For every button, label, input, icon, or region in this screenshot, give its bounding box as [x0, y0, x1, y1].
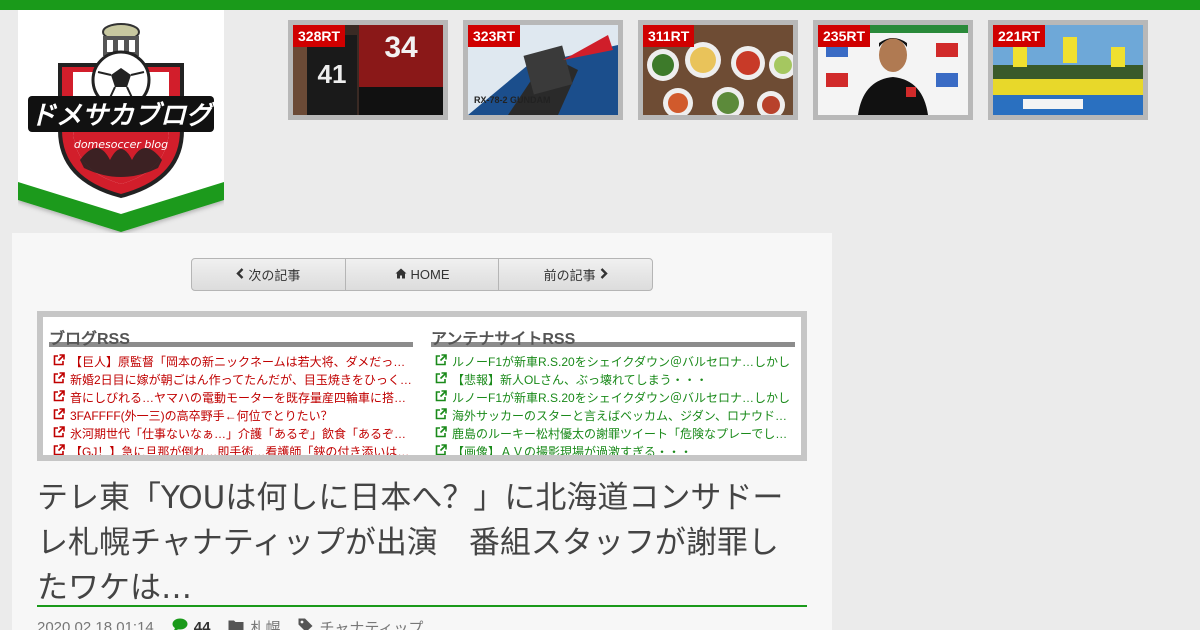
external-link-icon	[435, 425, 447, 443]
blog-rss-item[interactable]: 氷河期世代「仕事ないなぁ…」介護「あるぞ」飲食「あるぞ」運送「あるぞ」	[53, 425, 413, 443]
external-link-icon	[53, 389, 65, 407]
article-title: テレ東「YOUは何しに日本へ？」に北海道コンサドーレ札幌チャナティップが出演 番…	[37, 480, 784, 606]
svg-text:RX-78-2 GUNDAM: RX-78-2 GUNDAM	[474, 95, 551, 105]
svg-text:41: 41	[318, 59, 347, 89]
comment-icon	[172, 618, 188, 630]
rt-count-badge: 235RT	[818, 25, 871, 47]
post-date: 2020.02.18 01:14	[37, 618, 154, 630]
rt-count-badge: 311RT	[643, 25, 695, 47]
antenna-rss-item[interactable]: ルノーF1が新車R.S.20をシェイクダウン＠バルセロナ…しかし	[435, 389, 795, 407]
antenna-rss-item[interactable]: ルノーF1が新車R.S.20をシェイクダウン＠バルセロナ…しかし	[435, 353, 795, 371]
antenna-rss-item[interactable]: 海外サッカーのスターと言えばベッカム、ジダン、ロナウドあたり	[435, 407, 795, 425]
antenna-rss-item[interactable]: 鹿島のルーキー松村優太の謝罪ツイート「危険なプレーでした」	[435, 425, 795, 443]
tag-label: チャナティップ	[319, 619, 424, 630]
external-link-icon	[53, 443, 65, 455]
prev-article-label: 前の記事	[543, 268, 596, 283]
antenna-rss-heading: アンテナサイトRSS	[431, 317, 795, 348]
popular-article-thumb-5[interactable]: 221RT	[988, 20, 1148, 120]
title-divider	[37, 605, 807, 607]
rt-count-badge: 328RT	[293, 25, 346, 47]
article-panel: 次の記事 HOME 前の記事 ブログRSS 【巨人】原監督「岡本の新ニックネーム…	[12, 233, 832, 630]
svg-text:domesoccer blog: domesoccer blog	[74, 138, 168, 151]
article-navigation: 次の記事 HOME 前の記事	[191, 258, 653, 291]
blog-rss-item[interactable]: 3FAFFFF(外一三)の高卒野手←何位でとりたい？	[53, 407, 413, 425]
external-link-icon	[435, 443, 447, 455]
external-link-icon	[435, 371, 447, 389]
prev-article-button[interactable]: 前の記事	[499, 259, 652, 290]
blog-rss-column: ブログRSS 【巨人】原監督「岡本の新ニックネームは若大将、ダメだったら元に戻す…	[49, 317, 413, 455]
external-link-icon	[53, 407, 65, 425]
external-link-icon	[53, 371, 65, 389]
home-icon	[395, 267, 407, 282]
next-article-button[interactable]: 次の記事	[192, 259, 346, 290]
popular-article-thumb-3[interactable]: 311RT	[638, 20, 798, 120]
external-link-icon	[53, 425, 65, 443]
comment-count-link[interactable]: 44	[172, 618, 211, 630]
blog-rss-item[interactable]: 音にしびれる…ヤマハの電動モーターを既存量産四輪車に搭載したら	[53, 389, 413, 407]
rss-feed-box: ブログRSS 【巨人】原監督「岡本の新ニックネームは若大将、ダメだったら元に戻す…	[37, 311, 807, 461]
external-link-icon	[435, 407, 447, 425]
popular-articles-strip: 328RT 41 34 323RT RX-78-2 GUNDAM 311RT 2…	[288, 20, 1168, 120]
antenna-rss-column: アンテナサイトRSS ルノーF1が新車R.S.20をシェイクダウン＠バルセロナ……	[431, 317, 795, 455]
external-link-icon	[435, 389, 447, 407]
logo-banner-graphic: ドメサカブログ domesoccer blog	[18, 10, 224, 232]
home-button[interactable]: HOME	[346, 259, 500, 290]
chevron-right-icon	[600, 267, 608, 282]
article-meta: 2020.02.18 01:14 44 札幌 チャナティップ	[37, 617, 423, 630]
svg-text:34: 34	[384, 31, 418, 64]
antenna-rss-item[interactable]: 【画像】ＡＶの撮影現場が過激すぎる・・・	[435, 443, 795, 455]
popular-article-thumb-4[interactable]: 235RT	[813, 20, 973, 120]
site-logo[interactable]: ドメサカブログ domesoccer blog	[18, 10, 224, 234]
svg-text:ドメサカブログ: ドメサカブログ	[30, 101, 217, 131]
external-link-icon	[435, 353, 447, 371]
blog-rss-item[interactable]: 新婚2日目に嫁が朝ごはん作ってたんだが、目玉焼きをひっくり返すタイプ	[53, 371, 413, 389]
chevron-left-icon	[236, 267, 244, 282]
folder-icon	[228, 619, 244, 630]
tag-link[interactable]: チャナティップ	[298, 617, 423, 630]
blog-rss-item[interactable]: 【巨人】原監督「岡本の新ニックネームは若大将、ダメだったら元に戻す」	[53, 353, 413, 371]
popular-article-thumb-2[interactable]: 323RT RX-78-2 GUNDAM	[463, 20, 623, 120]
tag-icon	[298, 618, 313, 630]
blog-rss-item[interactable]: 【GJ！】急に旦那が倒れ…即手術…看護師「鋏の付き添いは…」	[53, 443, 413, 455]
category-link[interactable]: 札幌	[228, 617, 280, 630]
comment-count: 44	[193, 618, 211, 630]
rt-count-badge: 221RT	[993, 25, 1046, 47]
popular-article-thumb-1[interactable]: 328RT 41 34	[288, 20, 448, 120]
top-accent-bar	[0, 0, 1200, 10]
home-label: HOME	[410, 267, 450, 282]
rt-count-badge: 323RT	[468, 25, 521, 47]
blog-rss-heading: ブログRSS	[49, 317, 413, 348]
antenna-rss-item[interactable]: 【悲報】新人OLさん、ぶっ壊れてしまう・・・	[435, 371, 795, 389]
category-label: 札幌	[250, 619, 281, 630]
external-link-icon	[53, 353, 65, 371]
next-article-label: 次の記事	[248, 268, 301, 283]
